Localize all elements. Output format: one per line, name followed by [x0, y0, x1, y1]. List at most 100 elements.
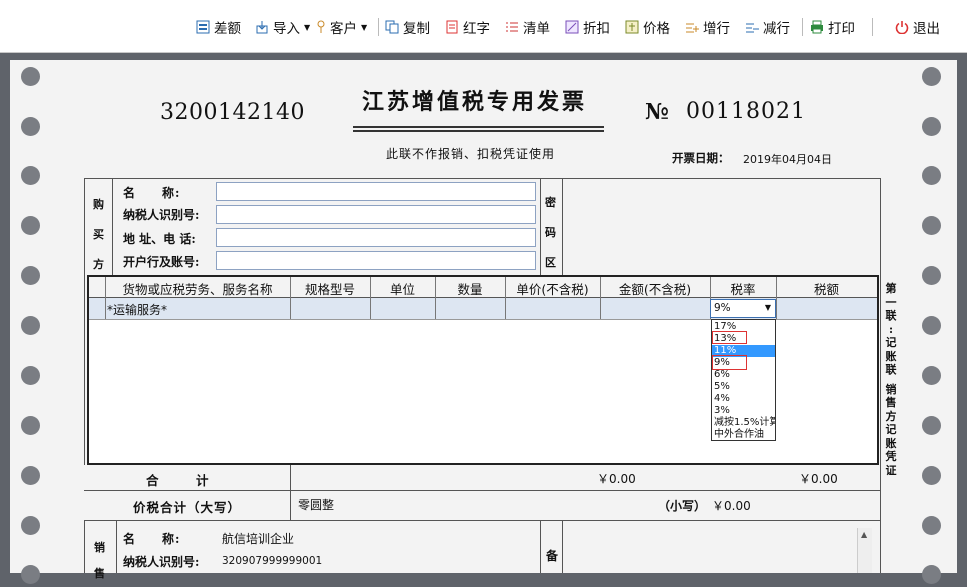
table-border: [562, 178, 563, 275]
table-border: [112, 178, 113, 275]
toolbar-divider: [802, 18, 803, 36]
buyer-section-label: 购 买 方: [93, 190, 105, 280]
sum-small-value: ￥0.00: [712, 499, 751, 513]
tax-rate-select[interactable]: 9% ▼: [710, 299, 776, 318]
chevron-down-icon: ▼: [361, 22, 368, 32]
seller-name-label: 名 称:: [123, 532, 181, 546]
chevron-down-icon[interactable]: ▼: [765, 303, 771, 312]
perforation-hole: [922, 266, 941, 285]
seller-taxid-value: 320907999999001: [222, 555, 323, 567]
copy-type-char: 记: [885, 336, 897, 349]
add-row-button[interactable]: 增行: [685, 16, 730, 38]
buyer-bank-input[interactable]: [216, 251, 536, 270]
import-label: 导入: [273, 21, 300, 37]
toolbar: 差额 导入 ▼ 客户 ▼ 复制 红字 清单 折扣 价格 增行 减行 打印 退出: [0, 0, 967, 53]
perforation-hole: [21, 266, 40, 285]
copy-type-char: 凭: [885, 450, 897, 463]
table-border: [540, 520, 541, 573]
red-invoice-label: 红字: [463, 21, 490, 37]
copy-type-char: 第: [885, 282, 897, 295]
tax-rate-option[interactable]: 中外合作油: [714, 429, 764, 440]
red-invoice-button[interactable]: 红字: [445, 16, 490, 38]
buyer-name-label: 名 称:: [123, 186, 181, 200]
cipher-area-label: 密 码 区: [545, 188, 557, 278]
perforation-hole: [922, 516, 941, 535]
copy-type-char: 销: [885, 382, 897, 396]
copy-type-char: 一: [885, 295, 897, 309]
customer-button[interactable]: 客户 ▼: [316, 16, 367, 38]
sum-words-label: 价税合计（大写）: [133, 500, 242, 515]
table-border: [84, 490, 881, 491]
tax-rate-option[interactable]: 6%: [714, 369, 730, 381]
list-label: 清单: [523, 21, 550, 37]
price-icon: [625, 20, 639, 34]
column-header: 税率: [730, 282, 756, 297]
customer-icon: [316, 20, 326, 34]
balance-label: 差额: [214, 21, 241, 37]
balance-button[interactable]: 差额: [196, 16, 241, 38]
table-border: [880, 520, 881, 573]
buyer-label-char: 购: [93, 198, 104, 211]
copy-button[interactable]: 复制: [385, 16, 430, 38]
total-amount: ￥0.00: [597, 472, 636, 486]
buyer-name-input[interactable]: [216, 182, 536, 201]
balance-icon: [196, 20, 210, 34]
buyer-taxid-label: 纳税人识别号:: [123, 208, 200, 222]
sum-words-value: 零圆整: [298, 498, 335, 512]
perforation-hole: [21, 316, 40, 335]
tax-rate-option[interactable]: 5%: [714, 381, 730, 393]
column-header: 货物或应税劳务、服务名称: [122, 282, 273, 297]
seller-section-label: 销 售: [94, 535, 106, 587]
number-symbol: №: [645, 99, 669, 125]
perforation-hole: [922, 316, 941, 335]
perforation-hole: [922, 565, 941, 584]
highlight-box: [712, 355, 747, 370]
buyer-address-label: 地 址、电 话:: [123, 232, 196, 246]
table-border: [84, 178, 85, 465]
date-value: 2019年04月04日: [743, 153, 832, 166]
table-border: [116, 520, 117, 573]
remove-row-button[interactable]: 减行: [745, 16, 790, 38]
column-header: 规格型号: [304, 282, 355, 297]
tax-rate-value: 9%: [714, 302, 731, 314]
discount-label: 折扣: [583, 21, 610, 37]
perforation-hole: [922, 466, 941, 485]
item-name-cell[interactable]: *运输服务*: [107, 301, 167, 318]
list-button[interactable]: 清单: [505, 16, 550, 38]
seller-label-char: 售: [94, 567, 105, 580]
perforation-hole: [21, 516, 40, 535]
cipher-label-char: 密: [545, 196, 556, 209]
invoice-number: 00118021: [686, 99, 806, 124]
toolbar-divider: [872, 18, 873, 36]
tax-rate-option[interactable]: 4%: [714, 393, 730, 405]
exit-button[interactable]: 退出: [895, 16, 940, 38]
buyer-taxid-input[interactable]: [216, 205, 536, 224]
sum-small-label: （小写）: [658, 499, 707, 513]
tax-rate-option[interactable]: 3%: [714, 405, 730, 417]
perforation-hole: [21, 366, 40, 385]
perforation-hole: [21, 416, 40, 435]
tax-rate-option[interactable]: 减按1.5%计算: [714, 417, 775, 429]
print-label: 打印: [828, 21, 855, 37]
copy-label: 复制: [403, 21, 430, 37]
invoice-title: 江苏增值税专用发票: [362, 89, 588, 115]
scroll-up-icon[interactable]: ▲: [861, 530, 867, 539]
copy-type-char: 账: [885, 349, 897, 363]
print-button[interactable]: 打印: [810, 16, 855, 38]
table-border: [84, 520, 85, 573]
import-button[interactable]: 导入 ▼: [255, 16, 310, 38]
perforation-hole: [922, 67, 941, 86]
perforation-hole: [21, 216, 40, 235]
buyer-address-input[interactable]: [216, 228, 536, 247]
copy-type-char: 售: [885, 396, 897, 409]
perforation-hole: [21, 166, 40, 185]
discount-button[interactable]: 折扣: [565, 16, 610, 38]
perforation-hole: [922, 166, 941, 185]
seller-taxid-label: 纳税人识别号:: [123, 555, 200, 569]
perforation-hole: [922, 216, 941, 235]
copy-type-char: 联: [885, 363, 897, 376]
seller-label-char: 销: [94, 541, 105, 554]
price-button[interactable]: 价格: [625, 16, 670, 38]
remark-scrollbar[interactable]: ▲: [857, 528, 872, 573]
table-border: [880, 178, 881, 521]
